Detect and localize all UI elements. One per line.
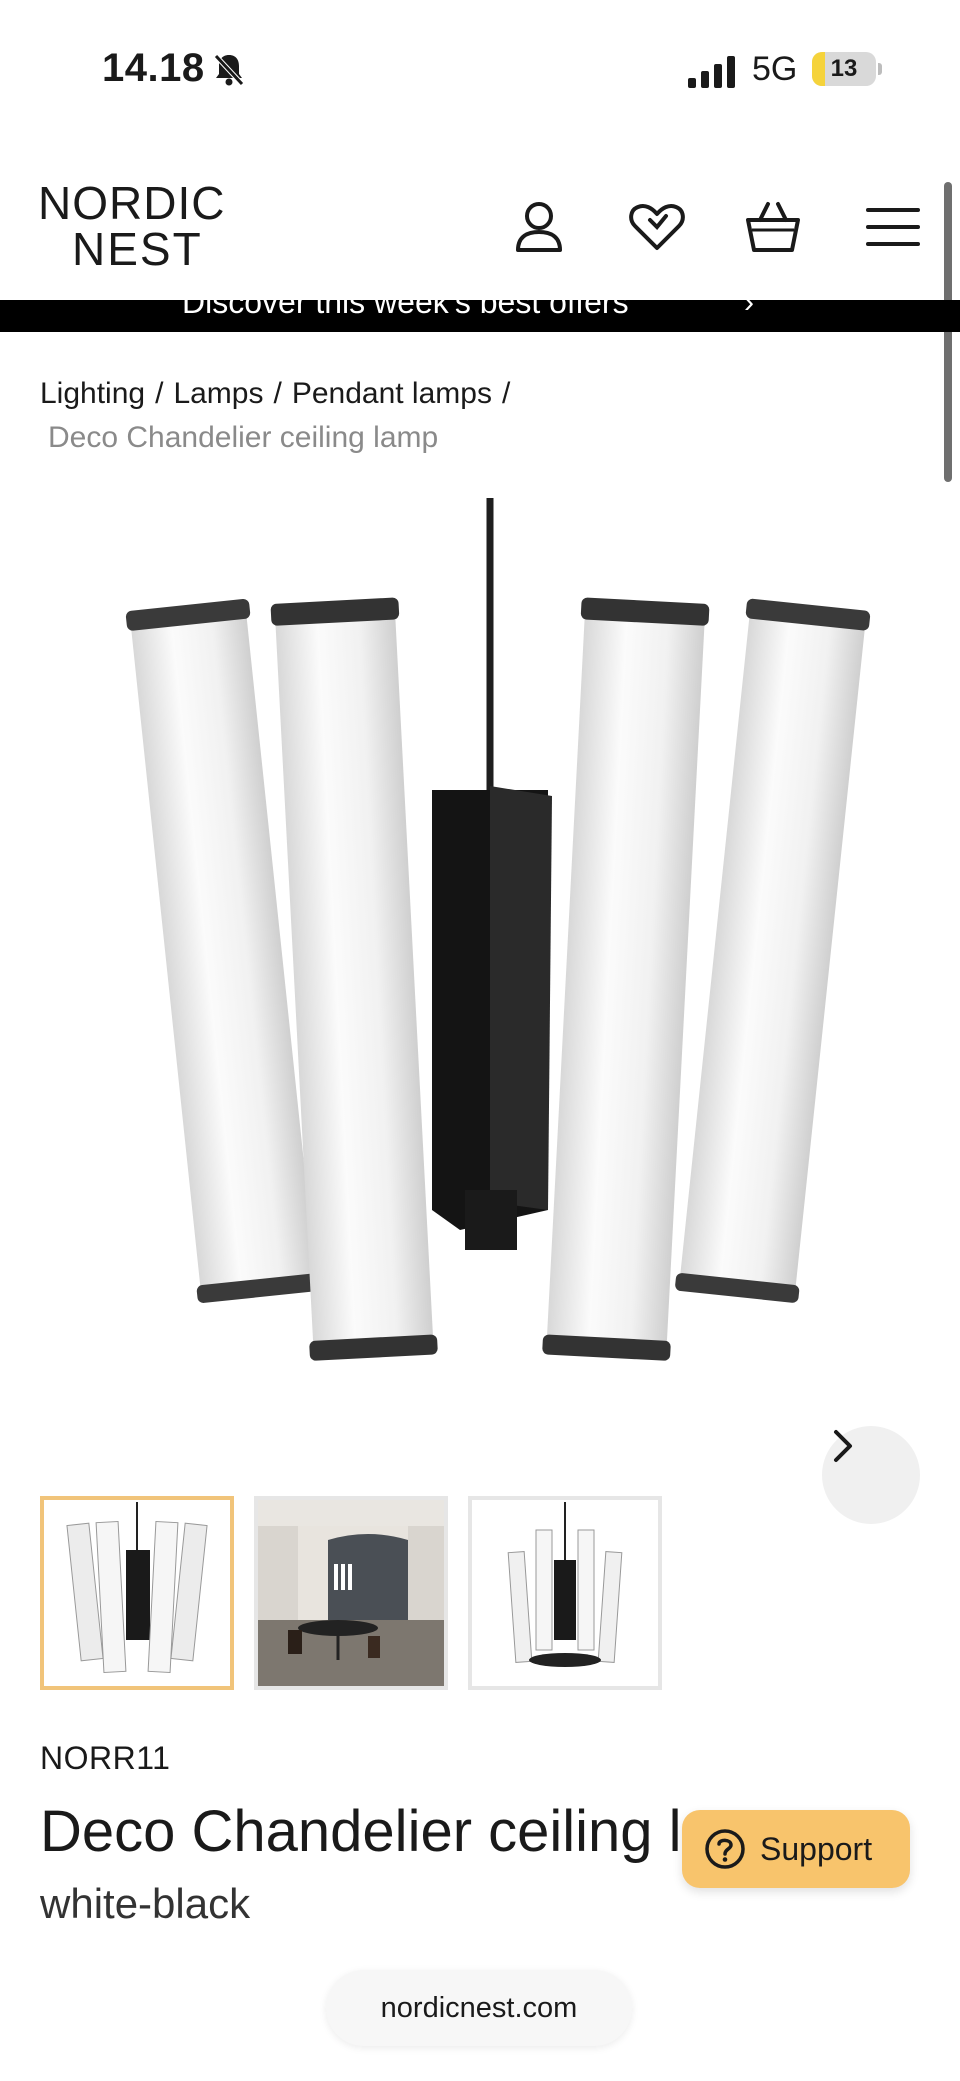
breadcrumb-item-pendant-lamps[interactable]: Pendant lamps	[292, 372, 492, 416]
product-variant: white-black	[40, 1880, 251, 1927]
battery-level: 13	[830, 55, 858, 82]
support-label: Support	[760, 1830, 873, 1867]
status-bar: 14.18 5G 13	[0, 0, 960, 140]
wishlist-icon[interactable]	[626, 196, 688, 258]
account-icon[interactable]	[508, 196, 570, 258]
thumbnail-image	[258, 1500, 444, 1686]
promo-text: Discover this week's best offers	[182, 300, 629, 320]
bell-muted-icon	[214, 54, 244, 86]
breadcrumb: Lighting / Lamps / Pendant lamps / Deco …	[40, 372, 920, 460]
thumbnail-2[interactable]	[254, 1496, 448, 1690]
breadcrumb-separator: /	[501, 377, 511, 410]
battery-indicator: 13	[812, 52, 876, 86]
network-label: 5G	[752, 50, 798, 88]
breadcrumb-current: Deco Chandelier ceiling lamp	[48, 421, 439, 454]
thumbnail-3[interactable]	[468, 1496, 662, 1690]
cart-icon[interactable]	[742, 196, 804, 258]
menu-icon[interactable]	[862, 196, 924, 258]
thumbnail-image	[66, 1502, 208, 1673]
breadcrumb-item-lamps[interactable]: Lamps	[173, 372, 263, 416]
breadcrumb-item-lighting[interactable]: Lighting	[40, 372, 145, 416]
next-image-button[interactable]	[822, 1426, 920, 1524]
thumbnail-1[interactable]	[40, 1496, 234, 1690]
status-time: 14.18	[102, 46, 205, 90]
battery-tip	[878, 63, 882, 75]
breadcrumb-separator: /	[273, 377, 282, 410]
product-image-carousel[interactable]	[0, 490, 960, 1524]
chevron-right-icon	[834, 1430, 852, 1462]
page-scrollbar[interactable]	[944, 182, 952, 482]
chevron-right-icon: ›	[744, 300, 754, 319]
brand-code[interactable]: NORR11	[40, 1740, 170, 1777]
breadcrumb-separator: /	[155, 377, 164, 410]
site-header: NORDIC NEST	[0, 170, 960, 300]
nordic-nest-logo[interactable]: NORDIC NEST	[38, 180, 238, 272]
browser-url-bar[interactable]: nordicnest.com	[326, 1970, 632, 2046]
help-icon	[705, 1829, 745, 1869]
signal-icon	[688, 56, 735, 88]
breadcrumb-links: Lighting / Lamps / Pendant lamps /	[40, 372, 920, 416]
logo-line1: NORDIC	[38, 177, 226, 229]
product-image	[125, 498, 871, 1361]
thumbnail-image	[507, 1502, 623, 1667]
promo-banner[interactable]: Discover this week's best offers ›	[0, 300, 960, 332]
logo-line2: NEST	[72, 223, 203, 275]
support-button[interactable]: Support	[682, 1810, 910, 1888]
thumbnail-strip	[40, 1496, 662, 1690]
